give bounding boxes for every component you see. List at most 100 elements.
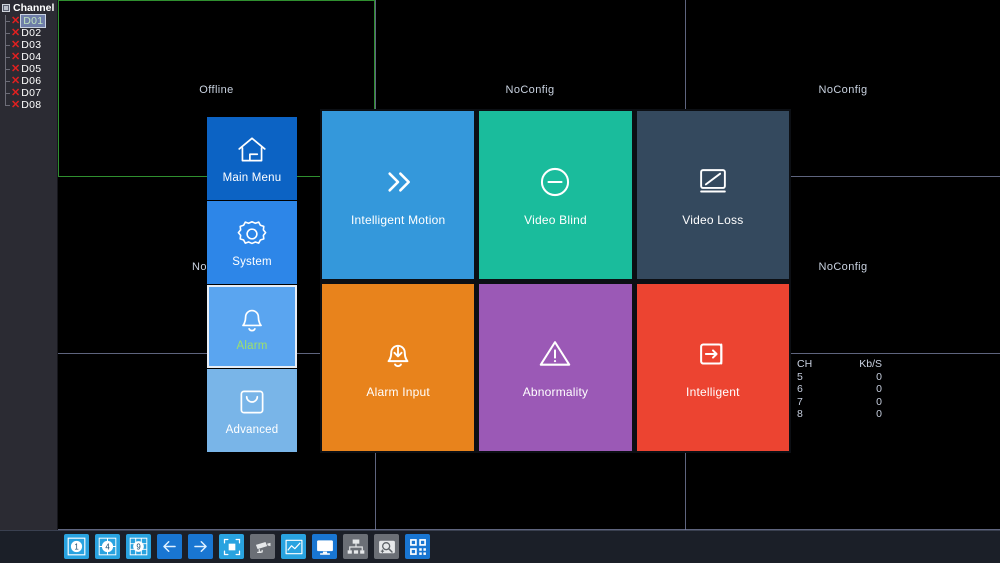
bandwidth-rate: 0: [876, 370, 882, 383]
bandwidth-channel: 5: [797, 370, 803, 383]
menu-button-alarm[interactable]: Alarm: [207, 285, 297, 368]
channel-item-label: D06: [21, 75, 42, 87]
disk-search-icon: [378, 540, 395, 553]
selected-cell-border: [58, 0, 59, 177]
gear-icon: [237, 220, 267, 245]
view-9-icon: 9: [129, 537, 148, 556]
channel-item-label: D07: [21, 87, 42, 99]
view-9-split-button[interactable]: 9: [126, 534, 151, 559]
tile-label: Abnormality: [522, 385, 589, 400]
channel-item-label: D08: [21, 99, 42, 111]
bandwidth-header-channel: CH: [797, 358, 813, 370]
tile-label: Alarm Input: [366, 385, 430, 400]
menu-button-advanced[interactable]: Advanced: [207, 369, 297, 452]
bandwidth-row: 7 0: [793, 396, 888, 409]
arrow-right-icon: [194, 540, 207, 553]
previous-page-button[interactable]: [157, 534, 182, 559]
tree-line: [2, 27, 10, 39]
ptz-button[interactable]: [250, 534, 275, 559]
bandwidth-rate: 0: [876, 408, 882, 420]
bandwidth-channel: 6: [797, 383, 803, 395]
tree-line: [2, 51, 10, 63]
video-cell-label: NoConfig: [818, 84, 868, 96]
record-search-button[interactable]: [374, 534, 399, 559]
video-cell-label: Offline: [199, 84, 234, 96]
red-x-icon: ✕: [11, 63, 21, 75]
bandwidth-row: 8 0: [793, 408, 888, 421]
tile-video-loss[interactable]: Video Loss: [636, 111, 789, 279]
channel-item-d07[interactable]: ✕ D07: [0, 87, 57, 99]
tile-label: Intelligent Motion: [351, 212, 446, 227]
tile-intelligent[interactable]: Intelligent: [636, 283, 789, 451]
selected-cell-border: [58, 0, 375, 1]
output-adjust-button[interactable]: [312, 534, 337, 559]
taskbar-button-row: 1 4 9: [64, 534, 430, 559]
tile-label: Intelligent: [686, 385, 740, 400]
channel-item-d04[interactable]: ✕ D04: [0, 51, 57, 63]
circle-minus-icon: [541, 167, 570, 196]
arrow-left-icon: [163, 540, 176, 553]
camera-icon: [255, 541, 270, 553]
channel-item-d05[interactable]: ✕ D05: [0, 63, 57, 75]
network-tree-icon: [347, 539, 364, 554]
monitor-slash-icon: [699, 168, 726, 193]
bandwidth-header-rate: Kb/S: [859, 358, 882, 370]
tree-line: [2, 63, 10, 75]
qr-code-icon: [409, 538, 426, 555]
menu-button-system[interactable]: System: [207, 201, 297, 284]
view-1-icon: 1: [67, 537, 86, 556]
remote-device-button[interactable]: [343, 534, 368, 559]
tile-label: Video Blind: [524, 212, 587, 227]
collapse-box-icon[interactable]: [2, 4, 10, 12]
bottom-taskbar: 1 4 9: [0, 530, 1000, 563]
red-x-icon: ✕: [11, 99, 21, 111]
arrow-into-box-icon: [699, 343, 723, 365]
bandwidth-channel: 7: [797, 395, 803, 408]
channel-list-title: Channel: [13, 2, 55, 14]
tree-line: [2, 39, 10, 51]
view-1-split-button[interactable]: 1: [64, 534, 89, 559]
channel-item-label: D04: [21, 51, 42, 63]
channel-item-label: D01: [20, 14, 47, 28]
channel-item-d06[interactable]: ✕ D06: [0, 75, 57, 87]
tile-video-blind[interactable]: Video Blind: [479, 111, 632, 279]
bandwidth-header-row: CH Kb/S: [793, 358, 888, 371]
tour-button[interactable]: [219, 534, 244, 559]
main-menu-column: Main Menu System Alarm Advanced: [207, 117, 297, 453]
bandwidth-table: CH Kb/S 5 0 6 0 7 0 8 0: [793, 358, 888, 421]
channel-item-label: D03: [21, 39, 42, 51]
menu-button-label: System: [232, 256, 272, 268]
bandwidth-rate: 0: [876, 395, 882, 408]
tile-alarm-input[interactable]: Alarm Input: [322, 283, 475, 451]
channel-item-d03[interactable]: ✕ D03: [0, 39, 57, 51]
image-chart-icon: [285, 539, 302, 554]
red-x-icon: ✕: [11, 15, 21, 27]
channel-item-d01[interactable]: ✕ D01: [0, 14, 57, 28]
tile-intelligent-motion[interactable]: Intelligent Motion: [322, 111, 475, 279]
view-4-split-button[interactable]: 4: [95, 534, 120, 559]
bandwidth-row: 5 0: [793, 371, 888, 384]
next-page-button[interactable]: [188, 534, 213, 559]
svg-text:9: 9: [136, 542, 140, 551]
svg-text:4: 4: [105, 542, 110, 551]
menu-button-main-menu[interactable]: Main Menu: [207, 117, 297, 200]
monitor-icon: [316, 539, 333, 555]
view-4-icon: 4: [98, 537, 117, 556]
svg-text:1: 1: [74, 542, 78, 551]
channel-item-d02[interactable]: ✕ D02: [0, 27, 57, 39]
bandwidth-row: 6 0: [793, 383, 888, 396]
channel-list-panel: Channel ✕ D01 ✕ D02 ✕ D03 ✕ D04 ✕ D05 ✕ …: [0, 0, 58, 530]
bell-download-icon: [387, 345, 409, 368]
alarm-tile-grid: Intelligent Motion Video Blind Video Los…: [320, 109, 791, 453]
video-cell-label: NoConfig: [505, 84, 555, 96]
tile-abnormality[interactable]: Abnormality: [479, 283, 632, 451]
tree-line: [2, 15, 10, 27]
channel-item-d08[interactable]: ✕ D08: [0, 99, 57, 111]
channel-item-label: D05: [21, 63, 42, 75]
toolbox-icon: [240, 390, 264, 414]
qr-code-button[interactable]: [405, 534, 430, 559]
tree-line: [2, 87, 10, 99]
red-x-icon: ✕: [11, 27, 21, 39]
channel-list-header[interactable]: Channel: [0, 0, 57, 15]
color-setting-button[interactable]: [281, 534, 306, 559]
